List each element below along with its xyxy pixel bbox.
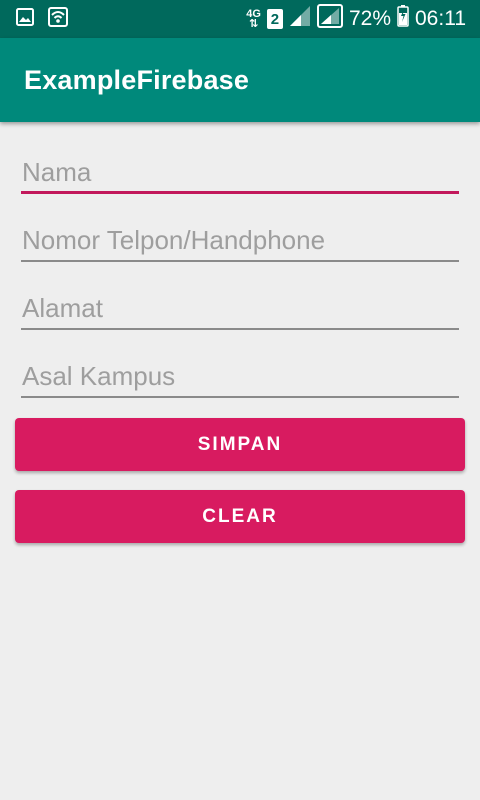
alamat-field-container [21,286,459,330]
status-right: 4G ⇅ 2 72% 06:11 [246,4,480,34]
network-type-indicator: 4G ⇅ [246,9,261,30]
nama-field-container [21,150,459,194]
clock: 06:11 [415,7,466,30]
app-bar: ExampleFirebase [0,38,480,122]
alamat-input[interactable] [21,286,459,330]
nama-underline [21,191,459,194]
data-arrows-icon: ⇅ [249,18,259,30]
app-title: ExampleFirebase [24,64,250,95]
battery-charging-icon [397,5,409,33]
kampus-field-container [21,354,459,398]
simpan-button[interactable]: SIMPAN [15,418,465,471]
kampus-input[interactable] [21,354,459,398]
signal-icon [289,5,311,33]
alamat-underline [21,328,459,330]
battery-percent: 72% [348,7,391,30]
phone-input[interactable] [21,218,459,262]
clear-button[interactable]: CLEAR [15,490,465,543]
wifi-icon [48,6,68,32]
kampus-underline [21,396,459,398]
signal-icon-secondary [316,4,343,34]
phone-field-container [21,218,459,262]
phone-underline [21,260,459,262]
status-bar: 4G ⇅ 2 72% 06:11 [0,0,480,38]
sim-slot-badge: 2 [266,9,283,29]
status-left [0,6,68,32]
image-notification-icon [16,7,34,31]
nama-input[interactable] [21,150,459,194]
